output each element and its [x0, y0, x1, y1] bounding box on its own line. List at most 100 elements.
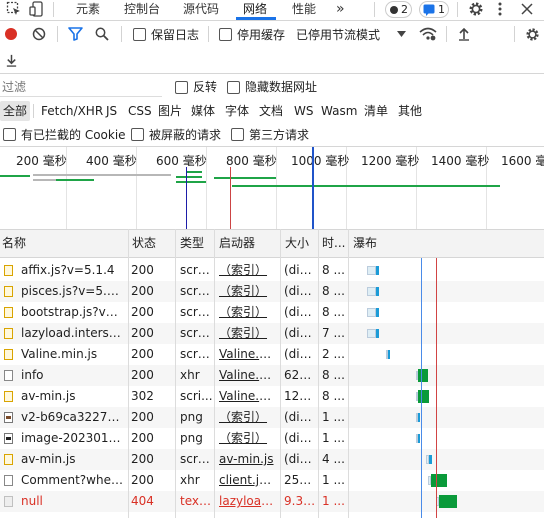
table-row[interactable]: bootstrap.js?v=5... 200 script （索引） (dis... 8… — [0, 302, 544, 323]
cell-status: 404 — [131, 494, 154, 508]
table-row[interactable]: info 200 xhr Valine.mi... 626... 8 ... — [0, 365, 544, 386]
inspect-element-icon[interactable] — [6, 1, 22, 17]
device-toolbar-icon[interactable] — [29, 1, 45, 17]
waterfall-bar — [376, 329, 379, 338]
cell-initiator[interactable]: （索引） — [219, 260, 277, 281]
table-row[interactable]: null 404 text... lazyload.... 9.3 ... 1 ... — [0, 491, 544, 512]
column-header-initiator[interactable]: 启动器 — [219, 229, 255, 257]
error-badge[interactable]: 2 — [385, 1, 412, 18]
column-divider — [280, 229, 281, 518]
close-icon[interactable] — [520, 2, 534, 16]
cell-initiator[interactable]: client.js:... — [219, 470, 277, 491]
third-party-checkbox[interactable] — [231, 128, 244, 141]
cell-initiator[interactable]: （索引） — [219, 302, 277, 323]
tab-sources[interactable]: 源代码 — [183, 0, 219, 19]
export-har-icon[interactable] — [5, 54, 18, 67]
column-divider — [318, 229, 319, 518]
cell-initiator[interactable]: （索引） — [219, 407, 277, 428]
throttling-select[interactable]: 已停用节流模式 — [296, 27, 380, 43]
type-filter-all[interactable]: 全部 — [3, 103, 27, 119]
column-header-size[interactable]: 大小 — [285, 229, 309, 257]
gear-icon[interactable] — [468, 1, 484, 17]
cell-time: 2 ... — [322, 347, 345, 361]
table-row[interactable]: image-20230116... 200 png （索引） (dis... 1 ... — [0, 428, 544, 449]
tab-elements[interactable]: 元素 — [76, 0, 100, 19]
cell-time: 4 ... — [322, 452, 345, 466]
table-row[interactable]: lazyload.intersect... 200 script （索引） (dis..… — [0, 323, 544, 344]
waterfall-load-line — [436, 258, 437, 518]
blocked-cookies-checkbox[interactable] — [3, 128, 16, 141]
column-header-time[interactable]: 时... — [322, 229, 345, 257]
type-filter-wasm[interactable]: Wasm — [321, 103, 357, 119]
search-icon[interactable] — [95, 27, 109, 41]
table-row[interactable]: av-min.js 302 scri... Valine.mi... 124... 8 .… — [0, 386, 544, 407]
cell-status: 200 — [131, 305, 154, 319]
table-row[interactable]: Valine.min.js 200 script Valine.mi... (dis..… — [0, 344, 544, 365]
cell-name: v2-b69ca3227c4c... — [21, 410, 124, 424]
issues-badge[interactable]: 1 — [419, 1, 449, 18]
invert-checkbox[interactable] — [175, 81, 188, 94]
table-row[interactable]: pisces.js?v=5.1.4 200 script （索引） (dis... 8 .… — [0, 281, 544, 302]
image-file-icon — [4, 412, 13, 423]
cell-initiator[interactable]: （索引） — [219, 281, 277, 302]
hide-data-urls-checkbox[interactable] — [227, 81, 240, 94]
dom-content-loaded-marker — [186, 167, 187, 229]
chevron-down-icon[interactable] — [397, 31, 406, 37]
divider — [0, 73, 544, 74]
tab-console[interactable]: 控制台 — [124, 0, 160, 19]
more-tabs-button[interactable]: » — [336, 0, 345, 19]
table-row[interactable]: v2-b69ca3227c4c... 200 png （索引） (dis... 1 ... — [0, 407, 544, 428]
cell-initiator[interactable]: （索引） — [219, 428, 277, 449]
overview-timeline[interactable]: 200 毫秒 400 毫秒 600 毫秒 800 毫秒 1000 毫秒 1200… — [0, 147, 544, 229]
filter-icon[interactable] — [68, 27, 83, 41]
cell-initiator[interactable]: lazyload.... — [219, 491, 277, 512]
script-file-icon — [4, 307, 13, 318]
type-filter-fetch-xhr[interactable]: Fetch/XHR — [41, 103, 103, 119]
cell-size: (dis... — [284, 452, 317, 466]
tab-performance[interactable]: 性能 — [292, 0, 316, 19]
table-row[interactable]: Comment?where... 200 xhr client.js:... 259..… — [0, 470, 544, 491]
network-settings-gear-icon[interactable] — [525, 27, 540, 42]
cell-status: 200 — [131, 263, 154, 277]
type-filter-media[interactable]: 媒体 — [191, 103, 215, 119]
table-row[interactable]: affix.js?v=5.1.4 200 script （索引） (dis... 8 ..… — [0, 260, 544, 281]
more-options-icon[interactable] — [496, 1, 504, 17]
type-filter-js[interactable]: JS — [106, 103, 117, 119]
import-har-icon[interactable] — [457, 27, 471, 41]
image-file-icon — [4, 433, 13, 444]
timeline-tick: 1000 毫秒 — [291, 154, 350, 168]
cell-initiator[interactable]: Valine.mi... — [219, 344, 277, 365]
type-filter-other[interactable]: 其他 — [398, 103, 422, 119]
type-filter-img[interactable]: 图片 — [158, 103, 182, 119]
waterfall-bar — [439, 495, 457, 508]
waterfall-bar — [367, 308, 376, 317]
column-header-waterfall[interactable]: 瀑布 — [353, 229, 377, 257]
cell-initiator[interactable]: （索引） — [219, 323, 277, 344]
network-conditions-icon[interactable] — [419, 27, 437, 41]
column-header-name[interactable]: 名称 — [2, 229, 26, 257]
document-file-icon — [4, 370, 13, 381]
type-filter-manifest[interactable]: 清单 — [364, 103, 388, 119]
cell-initiator[interactable]: av-min.js — [219, 449, 277, 470]
devtools-tabbar: 元素 控制台 源代码 网络 性能 » 2 1 — [0, 0, 544, 20]
waterfall-bar — [418, 390, 429, 403]
cell-size: 626... — [284, 368, 317, 382]
type-filter-css[interactable]: CSS — [128, 103, 152, 119]
column-header-type[interactable]: 类型 — [180, 229, 204, 257]
record-icon[interactable] — [4, 27, 18, 41]
type-filter-ws[interactable]: WS — [294, 103, 313, 119]
cell-initiator[interactable]: Valine.mi... — [219, 365, 277, 386]
preserve-log-checkbox[interactable] — [133, 28, 146, 41]
blocked-requests-checkbox[interactable] — [131, 128, 144, 141]
type-filter-doc[interactable]: 文档 — [259, 103, 283, 119]
waterfall-bar — [376, 287, 379, 296]
waterfall-bar — [431, 474, 447, 487]
table-row[interactable]: av-min.js 200 script av-min.js (dis... 4 ... — [0, 449, 544, 470]
column-header-status[interactable]: 状态 — [132, 229, 156, 257]
cell-initiator[interactable]: Valine.mi... — [219, 386, 277, 407]
filter-input[interactable] — [0, 78, 160, 96]
clear-icon[interactable] — [32, 27, 46, 41]
disable-cache-checkbox[interactable] — [219, 28, 232, 41]
type-filter-font[interactable]: 字体 — [225, 103, 249, 119]
cell-size: (dis... — [284, 263, 317, 277]
